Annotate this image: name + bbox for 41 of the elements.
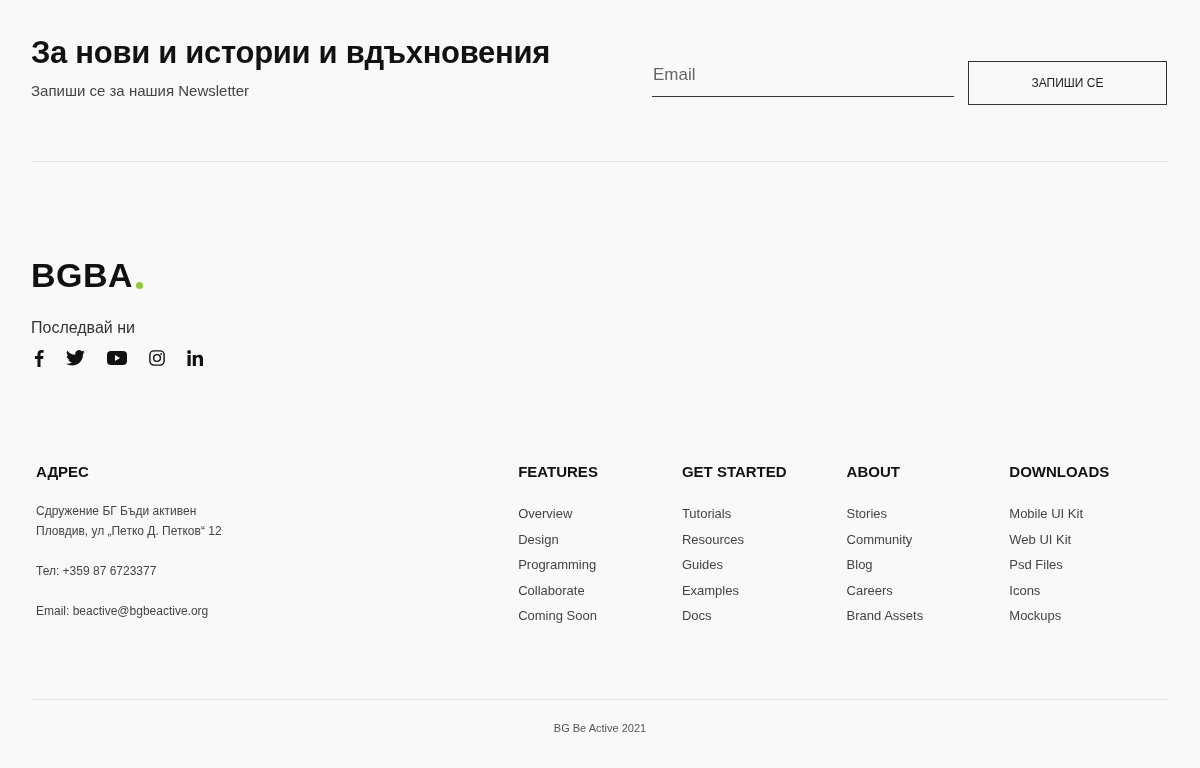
footer-link[interactable]: Design [518,526,559,552]
footer-link[interactable]: Programming [518,552,597,578]
footer-link[interactable]: Icons [1009,577,1041,603]
newsletter-title: За нови и истории и вдъхновения [31,36,551,70]
footer-link[interactable]: Psd Files [1009,552,1063,578]
footer-link[interactable]: Mockups [1009,603,1062,629]
camera-icon[interactable] [149,350,165,366]
address-text: Email: beactive@bgbeactive.org [36,603,210,620]
linkedin-icon[interactable] [187,350,203,366]
footer-link[interactable]: Blog [846,552,873,578]
email-field[interactable]: Email [652,53,954,97]
column-heading: FEATURES [518,463,599,481]
footer-link[interactable]: Web UI Kit [1009,526,1072,552]
follow-label: Последвай ни [31,318,136,338]
subscribe-button[interactable]: ЗАПИШИ СЕ [968,61,1167,105]
column-heading: ABOUT [846,463,901,481]
address-text: Тел: +359 87 6723377 [36,563,158,580]
bird-icon[interactable] [66,350,85,366]
footer-link[interactable]: Community [846,526,913,552]
newsletter-subtitle: Запиши се за нашия Newsletter [31,81,251,101]
footer-link[interactable]: Mobile UI Kit [1009,501,1083,527]
address-text: Сдружение БГ Бъди активен [36,503,198,520]
footer-link[interactable]: Careers [846,577,893,603]
logo: BGBA [31,260,134,290]
column-heading: GET STARTED [681,463,788,481]
address-text: Пловдив, ул „Петко Д. Петков“ 12 [36,523,223,540]
footer-link[interactable]: Examples [681,577,739,603]
play-icon[interactable] [107,351,127,365]
footer-link[interactable]: Resources [681,526,744,552]
footer-link[interactable]: Overview [518,501,573,527]
footer-link[interactable]: Tutorials [681,501,732,527]
footer-link[interactable]: Docs [681,603,712,629]
footer-link[interactable]: Coming Soon [518,603,597,629]
footer-link[interactable]: Collaborate [518,577,585,603]
footer-link[interactable]: Guides [681,552,724,578]
column-heading: АДРЕС [36,463,90,481]
footer-link[interactable]: Brand Assets [846,603,924,629]
copyright-text: BG Be Active 2021 [552,721,648,736]
footer-link[interactable]: Stories [846,501,888,527]
column-heading: DOWNLOADS [1009,463,1111,481]
facebook-icon[interactable] [34,349,44,367]
